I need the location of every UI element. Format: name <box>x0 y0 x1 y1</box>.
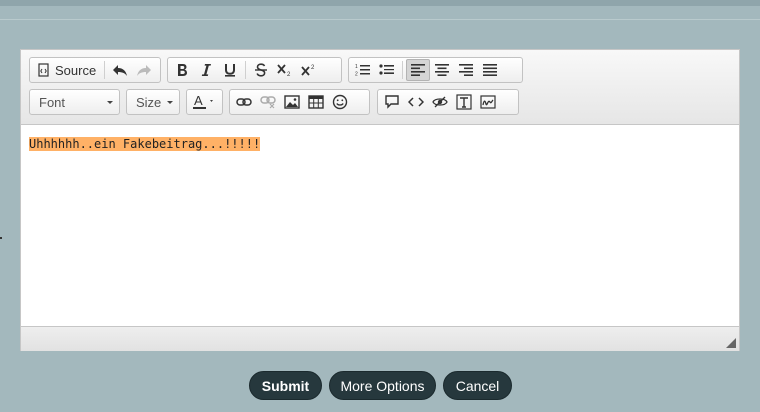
smiley-icon <box>332 94 348 110</box>
svg-text:2: 2 <box>287 72 291 77</box>
link-button[interactable] <box>232 91 256 113</box>
editor-content-area[interactable]: Uhhhhhh..ein Fakebeitrag...!!!!! <box>21 125 739 325</box>
toolbar-group-document: Source <box>29 57 161 83</box>
subscript-icon: 2 <box>277 64 291 77</box>
svg-text:A: A <box>194 94 203 108</box>
svg-text:1: 1 <box>355 64 358 70</box>
toolbar-separator <box>402 61 403 79</box>
undo-button[interactable] <box>108 59 132 81</box>
underline-icon <box>225 64 235 77</box>
undo-icon <box>113 65 128 76</box>
rich-text-editor: Source 2 2 1 2 Font Size A Uhhhhhh..ein … <box>20 49 740 351</box>
toolbar-separator <box>245 61 246 79</box>
font-select-label: Font <box>39 94 66 110</box>
text-icon <box>456 94 472 110</box>
text-color-icon: A <box>192 94 213 109</box>
image-icon <box>284 95 300 109</box>
table-icon <box>308 95 324 109</box>
subscript-button[interactable]: 2 <box>273 59 297 81</box>
underline-button[interactable] <box>218 59 242 81</box>
signature-icon <box>480 95 496 109</box>
blockquote-icon <box>385 95 399 109</box>
signature-button[interactable] <box>476 91 500 113</box>
italic-button[interactable] <box>194 59 218 81</box>
strike-button[interactable] <box>249 59 273 81</box>
svg-text:2: 2 <box>311 65 315 71</box>
chevron-down-icon <box>107 100 113 104</box>
toolbar-separator <box>104 61 106 79</box>
strike-icon <box>255 63 267 77</box>
justify-icon <box>483 64 497 76</box>
align-left-icon <box>411 64 425 76</box>
redo-button[interactable] <box>132 59 156 81</box>
bold-icon <box>178 64 187 76</box>
link-icon <box>236 98 252 106</box>
align-left-button[interactable] <box>406 59 430 81</box>
toolbar-group-extras <box>377 89 519 115</box>
unlink-icon <box>260 96 276 109</box>
smiley-button[interactable] <box>328 91 352 113</box>
more-options-button[interactable]: More Options <box>329 371 436 400</box>
chevron-down-icon <box>167 100 173 104</box>
source-label: Source <box>55 62 97 78</box>
toolbar-group-colors: A <box>186 89 223 115</box>
align-right-icon <box>459 64 473 76</box>
spoiler-icon <box>432 96 448 108</box>
align-center-icon <box>435 64 449 76</box>
toolbar-group-basic-styles: 2 2 <box>167 57 342 83</box>
top-divider <box>0 19 760 20</box>
redo-icon <box>137 65 152 76</box>
bulleted-list-button[interactable] <box>375 59 399 81</box>
resize-handle-icon[interactable] <box>726 338 736 348</box>
editor-toolbar: Source 2 2 1 2 Font Size A <box>21 50 739 125</box>
numbered-list-icon: 12 <box>355 64 370 78</box>
spoiler-button[interactable] <box>428 91 452 113</box>
unlink-button[interactable] <box>256 91 280 113</box>
text-button[interactable] <box>452 91 476 113</box>
selected-text[interactable]: Uhhhhhh..ein Fakebeitrag...!!!!! <box>29 137 261 151</box>
justify-button[interactable] <box>478 59 502 81</box>
source-icon <box>38 63 49 77</box>
image-button[interactable] <box>280 91 304 113</box>
edge-mark <box>0 237 2 239</box>
code-button[interactable] <box>404 91 428 113</box>
size-select[interactable]: Size <box>126 89 180 115</box>
table-button[interactable] <box>304 91 328 113</box>
cancel-button[interactable]: Cancel <box>443 371 512 400</box>
toolbar-group-paragraph: 12 <box>348 57 523 83</box>
submit-button[interactable]: Submit <box>249 371 322 400</box>
italic-icon <box>201 64 211 76</box>
superscript-icon: 2 <box>301 65 315 76</box>
font-select[interactable]: Font <box>29 89 120 115</box>
numbered-list-button[interactable]: 12 <box>351 59 375 81</box>
top-band <box>0 0 760 6</box>
bold-button[interactable] <box>170 59 194 81</box>
code-icon <box>408 97 424 107</box>
superscript-button[interactable]: 2 <box>297 59 321 81</box>
svg-text:2: 2 <box>355 72 358 78</box>
text-color-button[interactable]: A <box>189 91 220 113</box>
align-center-button[interactable] <box>430 59 454 81</box>
source-button[interactable]: Source <box>32 59 101 81</box>
editor-status-bar <box>21 326 739 351</box>
align-right-button[interactable] <box>454 59 478 81</box>
size-select-label: Size <box>136 94 162 110</box>
toolbar-group-insert <box>229 89 370 115</box>
bulleted-list-icon <box>379 64 394 75</box>
blockquote-button[interactable] <box>380 91 404 113</box>
